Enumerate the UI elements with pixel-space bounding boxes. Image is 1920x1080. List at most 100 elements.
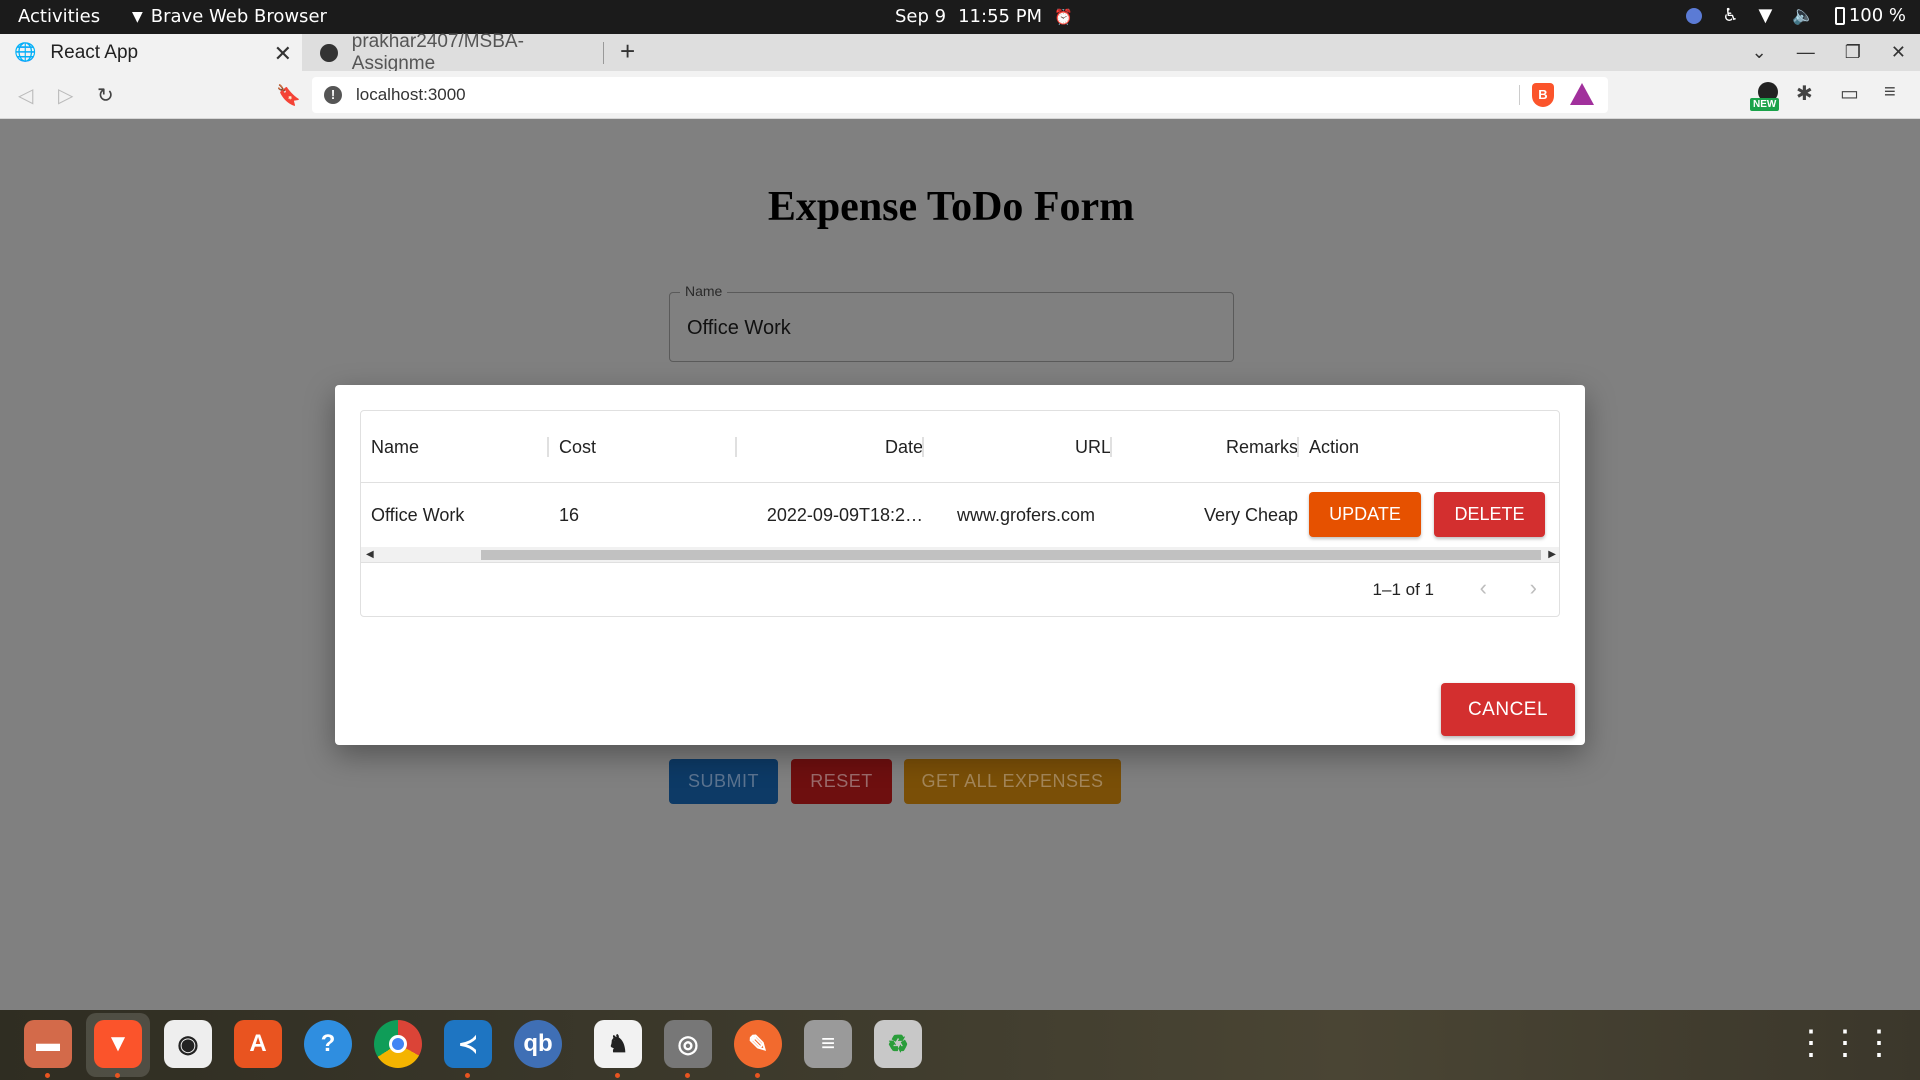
- scroll-right-icon[interactable]: ▶: [1548, 549, 1556, 560]
- brave-lion-icon: ▼: [132, 8, 143, 25]
- menu-icon[interactable]: ≡: [1884, 81, 1896, 104]
- text-editor-icon[interactable]: ≡: [804, 1020, 852, 1068]
- battery-icon: 100 %: [1834, 5, 1906, 26]
- reset-button[interactable]: RESET: [791, 759, 892, 804]
- wallet-icon[interactable]: ▭: [1840, 81, 1859, 106]
- running-indicator: [465, 1073, 470, 1078]
- cell-cost: 16: [559, 505, 580, 525]
- volume-icon: 🔈: [1792, 5, 1815, 26]
- column-separator[interactable]: [1110, 437, 1112, 457]
- running-indicator: [115, 1073, 120, 1078]
- active-app-menu[interactable]: ▼ Brave Web Browser: [132, 6, 327, 27]
- trash-icon[interactable]: ♻: [874, 1020, 922, 1068]
- postman-icon[interactable]: ✎: [734, 1020, 782, 1068]
- tab-separator: [603, 42, 604, 64]
- scrollbar-thumb[interactable]: [481, 550, 1541, 560]
- help-icon[interactable]: ?: [304, 1020, 352, 1068]
- cell-remarks: Very Cheap: [1203, 505, 1298, 525]
- wifi-icon: ▼: [1758, 5, 1773, 26]
- back-icon[interactable]: ◁: [18, 83, 33, 108]
- submit-button[interactable]: SUBMIT: [669, 759, 778, 804]
- clock-date: Sep 9: [895, 6, 947, 27]
- column-separator[interactable]: [922, 437, 924, 457]
- extension-new-badge[interactable]: NEW: [1750, 82, 1784, 112]
- cancel-button[interactable]: CANCEL: [1441, 683, 1575, 736]
- battery-percent: 100 %: [1848, 5, 1906, 26]
- column-header-remarks[interactable]: Remarks: [1122, 411, 1298, 483]
- horizontal-scrollbar[interactable]: ◀ ▶: [361, 547, 1559, 563]
- tab-title: React App: [50, 41, 139, 63]
- cell-date: 2022-09-09T18:2…: [766, 505, 923, 525]
- vscode-icon[interactable]: ≺: [444, 1020, 492, 1068]
- column-header-name[interactable]: Name: [371, 411, 419, 483]
- column-header-url[interactable]: URL: [935, 411, 1111, 483]
- show-applications-icon[interactable]: ⋮⋮⋮: [1794, 1026, 1896, 1060]
- name-field[interactable]: Name Office Work: [669, 283, 1234, 362]
- brave-browser-icon[interactable]: ▼: [94, 1020, 142, 1068]
- column-separator[interactable]: [735, 437, 737, 457]
- clock[interactable]: Sep 9 11:55 PM ⏰: [895, 6, 1073, 27]
- column-header-cost[interactable]: Cost: [559, 411, 596, 483]
- new-badge-label: NEW: [1750, 98, 1780, 111]
- tab-react-app[interactable]: 🌐 React App ✕: [0, 34, 302, 71]
- system-tray[interactable]: ♿ ▼ 🔈 100 %: [1686, 5, 1906, 26]
- clock-time: 11:55 PM: [958, 6, 1043, 27]
- globe-icon: 🌐: [14, 42, 37, 62]
- address-bar[interactable]: ! localhost:3000 B: [312, 77, 1608, 113]
- next-page-icon[interactable]: ›: [1530, 575, 1537, 601]
- close-tab-icon[interactable]: ✕: [274, 41, 292, 67]
- update-button[interactable]: UPDATE: [1309, 492, 1421, 537]
- vpn-icon: [1686, 7, 1703, 24]
- brave-rewards-icon[interactable]: [1570, 83, 1594, 105]
- column-separator[interactable]: [1297, 437, 1299, 457]
- tab-search-chevron-icon[interactable]: ⌄: [1752, 42, 1767, 63]
- tab-github[interactable]: prakhar2407/MSBA-Assignme: [306, 31, 604, 74]
- alarm-icon: ⏰: [1054, 7, 1073, 26]
- cell-url: www.grofers.com: [956, 505, 1095, 525]
- cell-name: Office Work: [371, 505, 465, 525]
- site-info-icon[interactable]: !: [324, 86, 342, 104]
- system-top-bar: Activities ▼ Brave Web Browser Sep 9 11:…: [0, 0, 1920, 34]
- rhythmbox-icon[interactable]: ◉: [164, 1020, 212, 1068]
- name-field-label: Name: [680, 283, 728, 299]
- restore-icon[interactable]: ❐: [1845, 42, 1861, 63]
- get-all-expenses-button[interactable]: GET ALL EXPENSES: [904, 759, 1121, 804]
- disk-utility-icon[interactable]: ◎: [664, 1020, 712, 1068]
- new-tab-button[interactable]: +: [620, 36, 635, 67]
- window-controls: ⌄ — ❐ ✕: [1752, 34, 1920, 71]
- running-indicator: [755, 1073, 760, 1078]
- forward-icon[interactable]: ▷: [58, 83, 73, 108]
- files-app-icon[interactable]: ▬: [24, 1020, 72, 1068]
- scroll-left-icon[interactable]: ◀: [366, 549, 374, 560]
- close-window-icon[interactable]: ✕: [1891, 42, 1906, 63]
- extensions-icon[interactable]: ✱: [1796, 81, 1813, 106]
- bookmark-icon[interactable]: 🔖: [276, 83, 301, 108]
- gimp-icon[interactable]: ♞: [594, 1020, 642, 1068]
- tab-strip: 🌐 React App ✕ prakhar2407/MSBA-Assignme …: [0, 31, 1920, 74]
- chrome-icon[interactable]: [374, 1020, 422, 1068]
- column-header-date[interactable]: Date: [747, 411, 923, 483]
- github-icon: [320, 43, 338, 62]
- active-app-name: Brave Web Browser: [150, 6, 327, 27]
- pagination: 1–1 of 1 ‹ ›: [361, 563, 1559, 616]
- activities-button[interactable]: Activities: [18, 6, 100, 27]
- previous-page-icon[interactable]: ‹: [1480, 575, 1487, 601]
- reload-icon[interactable]: ↻: [97, 83, 114, 108]
- qbittorrent-icon[interactable]: qb: [514, 1020, 562, 1068]
- grid-header: Name Cost Date URL Remarks Action: [361, 411, 1559, 483]
- column-header-action[interactable]: Action: [1309, 411, 1359, 483]
- column-separator[interactable]: [547, 437, 549, 457]
- accessibility-icon: ♿: [1722, 5, 1739, 26]
- brave-shields-icon[interactable]: B: [1532, 83, 1554, 107]
- url-divider: [1519, 85, 1520, 105]
- minimize-icon[interactable]: —: [1797, 42, 1815, 63]
- browser-toolbar: ◁ ▷ ↻ 🔖 ! localhost:3000 B ✱ ▭ ≡: [0, 71, 1920, 119]
- running-indicator: [615, 1073, 620, 1078]
- pagination-count: 1–1 of 1: [1372, 580, 1434, 599]
- running-indicator: [685, 1073, 690, 1078]
- expenses-data-grid: Name Cost Date URL Remarks Action Office…: [360, 410, 1560, 617]
- tab-title: prakhar2407/MSBA-Assignme: [351, 30, 524, 74]
- software-center-icon[interactable]: A: [234, 1020, 282, 1068]
- table-row[interactable]: Office Work 16 2022-09-09T18:2… www.grof…: [361, 483, 1559, 547]
- delete-button[interactable]: DELETE: [1434, 492, 1545, 537]
